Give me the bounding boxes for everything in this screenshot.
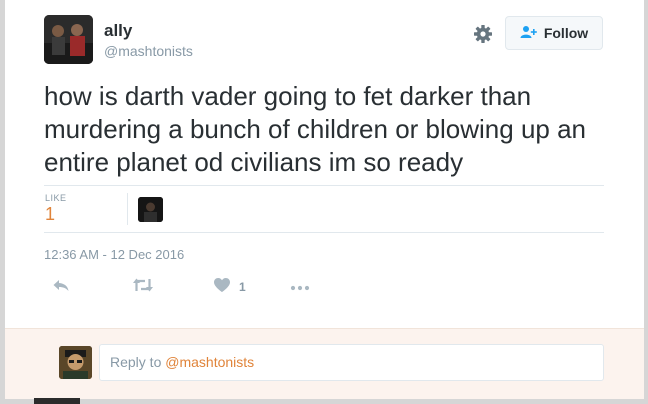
retweet-action[interactable] bbox=[132, 277, 154, 297]
divider bbox=[44, 185, 604, 186]
like-action[interactable]: 1 bbox=[213, 277, 246, 297]
reply-input[interactable]: Reply to @mashtonists bbox=[99, 344, 604, 381]
more-action[interactable] bbox=[290, 277, 310, 297]
follow-person-icon bbox=[520, 25, 538, 42]
reply-mention: @mashtonists bbox=[165, 354, 255, 370]
tweet-text: how is darth vader going to fet darker t… bbox=[44, 81, 587, 177]
likes-count[interactable]: 1 bbox=[45, 204, 55, 225]
reply-action[interactable] bbox=[52, 277, 70, 297]
heart-icon bbox=[213, 277, 231, 298]
current-user-avatar bbox=[59, 346, 92, 379]
background-avatar-edge bbox=[34, 398, 80, 404]
liker-avatar[interactable] bbox=[138, 197, 163, 222]
author-avatar[interactable] bbox=[44, 15, 93, 64]
reply-icon bbox=[52, 277, 70, 298]
reply-prefix: Reply to bbox=[110, 354, 166, 370]
tweet-timestamp[interactable]: 12:36 AM - 12 Dec 2016 bbox=[44, 247, 184, 262]
reply-area: Reply to @mashtonists bbox=[5, 328, 644, 399]
author-display-name[interactable]: ally bbox=[104, 21, 132, 41]
follow-button-label: Follow bbox=[543, 25, 589, 41]
stats-separator bbox=[127, 193, 128, 225]
author-handle[interactable]: @mashtonists bbox=[104, 43, 193, 59]
like-count: 1 bbox=[239, 280, 246, 294]
gear-icon[interactable] bbox=[473, 24, 493, 44]
likes-label: LIKE bbox=[45, 193, 67, 203]
tweet-card: ally @mashtonists Follow how is darth va… bbox=[5, 0, 644, 399]
retweet-icon bbox=[132, 277, 154, 298]
more-icon bbox=[290, 278, 310, 296]
divider bbox=[44, 232, 604, 233]
follow-button[interactable]: Follow bbox=[505, 16, 603, 50]
